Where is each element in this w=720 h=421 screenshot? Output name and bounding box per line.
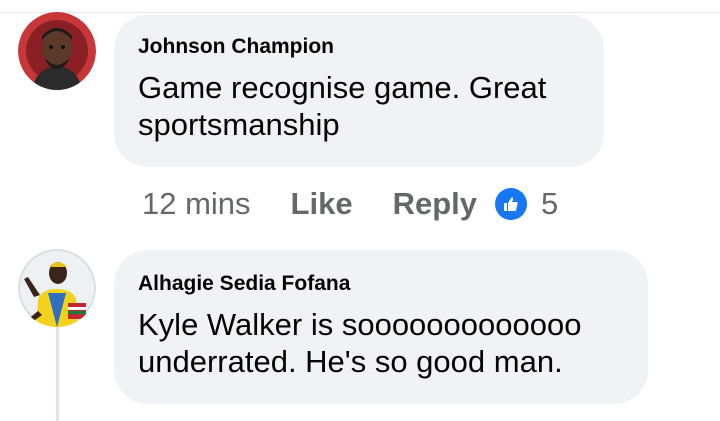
comments-section: Johnson Champion Game recognise game. Gr… [0, 0, 720, 421]
comment-actions: 12 mins Like Reply 5 [142, 184, 558, 224]
avatar-image [18, 12, 96, 90]
avatar[interactable] [18, 12, 96, 90]
divider [0, 12, 720, 13]
comment-timestamp[interactable]: 12 mins [142, 186, 251, 222]
comment-author[interactable]: Alhagie Sedia Fofana [138, 272, 350, 296]
avatar[interactable] [18, 249, 96, 327]
comment-text: Kyle Walker is sooooooooooooo underrated… [138, 307, 582, 379]
comment-bubble: Johnson Champion Game recognise game. Gr… [114, 15, 604, 167]
like-button[interactable]: Like [291, 186, 353, 222]
comment-bubble: Alhagie Sedia Fofana Kyle Walker is sooo… [114, 250, 648, 404]
reply-thread-line [56, 327, 59, 421]
comment-author[interactable]: Johnson Champion [138, 35, 334, 59]
thumbs-up-icon[interactable] [495, 188, 527, 220]
reaction-count[interactable]: 5 [541, 186, 558, 222]
reply-button[interactable]: Reply [393, 186, 477, 222]
avatar-image [18, 249, 96, 327]
comment-text: Game recognise game. Great sportsmanship [138, 70, 547, 142]
